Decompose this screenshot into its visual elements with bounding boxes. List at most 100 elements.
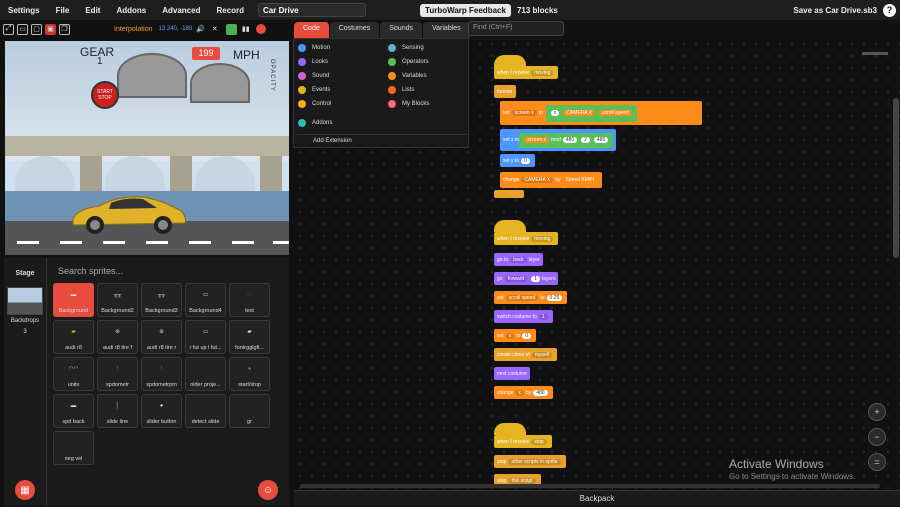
vertical-scrollbar[interactable] xyxy=(893,98,899,258)
category-variables[interactable]: Variables xyxy=(388,72,427,80)
variable-dropdown[interactable]: screen x xyxy=(511,110,537,116)
large-stage-icon[interactable]: ▣ xyxy=(45,23,56,35)
message-dropdown[interactable]: moving xyxy=(531,69,554,76)
horizontal-scrollbar[interactable] xyxy=(300,484,880,488)
when-i-receive-block[interactable]: when I receive stop xyxy=(494,435,552,448)
menu-edit[interactable]: Edit xyxy=(77,6,108,15)
change-variable-block[interactable]: change x by 480 xyxy=(494,386,553,399)
save-as-button[interactable]: Save as Car Drive.sb3 xyxy=(793,6,877,15)
window-icon[interactable]: ❐ xyxy=(59,23,70,35)
costume-dropdown[interactable]: 1 xyxy=(538,313,548,320)
next-costume-block[interactable]: next costume xyxy=(494,367,530,380)
zoom-reset-icon[interactable]: = xyxy=(868,453,886,471)
zoom-in-icon[interactable]: + xyxy=(868,403,886,421)
variable-dropdown[interactable]: scroll speed xyxy=(505,294,539,301)
set-y-block[interactable]: set y to 0 xyxy=(500,154,535,167)
category-control[interactable]: Control xyxy=(298,100,331,108)
reporter-x[interactable]: x xyxy=(550,110,560,116)
value-input[interactable]: 0 xyxy=(522,332,532,339)
value-input[interactable]: 0.25 xyxy=(546,294,563,301)
small-stage-icon[interactable]: ▭ xyxy=(17,23,28,35)
message-dropdown[interactable]: stop xyxy=(531,438,547,445)
menu-advanced[interactable]: Advanced xyxy=(154,6,208,15)
category-addons[interactable]: Addons xyxy=(298,119,332,127)
normal-stage-icon[interactable]: ▢ xyxy=(31,23,42,35)
backpack-bar[interactable]: Backpack xyxy=(294,490,900,506)
sprite-tile[interactable]: ▰ audi r8 xyxy=(53,320,94,354)
workspace-menu-handle[interactable] xyxy=(862,52,888,55)
forever-block[interactable]: forever xyxy=(494,85,516,98)
sprite-tile[interactable]: ● start/stop xyxy=(229,357,270,391)
sprite-tile[interactable]: detect slide xyxy=(185,394,226,428)
operator-block[interactable]: x CAMERA Xscroll speed xyxy=(545,104,637,122)
reporter-camera-x[interactable]: CAMERA X xyxy=(563,110,596,116)
sprite-tile[interactable]: ▭ r fut up l fut... xyxy=(185,320,226,354)
create-clone-block[interactable]: create clone of myself xyxy=(494,348,558,361)
close-icon[interactable]: ✕ xyxy=(209,24,220,35)
set-variable-block[interactable]: set scroll speed to 0.25 xyxy=(494,291,568,304)
reporter-scroll-speed[interactable]: scroll speed xyxy=(599,110,632,116)
fullscreen-icon[interactable]: ⤢ xyxy=(3,23,14,35)
stage-thumbnail[interactable] xyxy=(7,287,43,315)
category-motion[interactable]: Motion xyxy=(298,44,330,52)
tab-costumes[interactable]: Costumes xyxy=(329,22,380,38)
change-variable-block[interactable]: change CAMERA Xby Speed KM/H xyxy=(500,172,602,188)
category-operators[interactable]: Operators xyxy=(388,58,429,66)
sprite-tile[interactable]: ! spdometrpm xyxy=(141,357,182,391)
direction-dropdown[interactable]: forward xyxy=(504,275,528,282)
green-flag-icon[interactable] xyxy=(226,23,238,35)
tab-code[interactable]: Code xyxy=(294,22,329,38)
variable-dropdown[interactable]: CAMERA X xyxy=(521,177,554,183)
set-x-block[interactable]: set x to screen x mod 480 2 480 xyxy=(500,129,617,151)
sprite-tile[interactable]: ▬ spd back xyxy=(53,394,94,428)
sprite-tile[interactable]: │ slide line xyxy=(97,394,138,428)
set-variable-block[interactable]: set x to 0 xyxy=(494,329,537,342)
variable-dropdown[interactable]: x xyxy=(515,389,524,396)
tab-variables[interactable]: Variables xyxy=(423,22,470,38)
sprite-tile[interactable]: neg vel xyxy=(53,431,94,465)
category-sound[interactable]: Sound xyxy=(298,72,329,80)
zoom-out-icon[interactable]: − xyxy=(868,428,886,446)
clone-dropdown[interactable]: myself xyxy=(531,351,553,358)
sprite-tile[interactable]: ! spdometr xyxy=(97,357,138,391)
value-input[interactable]: 480 xyxy=(533,389,548,396)
sprite-tile[interactable]: ╥╥ Background3 xyxy=(141,283,182,317)
menu-settings[interactable]: Settings xyxy=(0,6,48,15)
help-icon[interactable]: ? xyxy=(883,3,896,17)
project-title-input[interactable]: Car Drive xyxy=(258,3,367,17)
value-input[interactable]: 480 xyxy=(562,137,578,143)
message-dropdown[interactable]: moving xyxy=(531,235,554,242)
stage-panel[interactable]: Stage Backdrops 3 xyxy=(4,258,47,506)
feedback-button[interactable]: TurboWarp Feedback xyxy=(420,3,511,17)
sprite-tile[interactable]: ▭ Background4 xyxy=(185,283,226,317)
add-extension-button[interactable]: Add Extension xyxy=(297,134,467,146)
sprite-tile[interactable]: ◠◠ units xyxy=(53,357,94,391)
category-events[interactable]: Events xyxy=(298,86,330,94)
variable-dropdown[interactable]: x xyxy=(505,332,515,339)
value-input[interactable]: 1 xyxy=(531,275,541,282)
when-i-receive-block[interactable]: when I receive moving xyxy=(494,232,559,245)
sprite-search-input[interactable]: Search sprites... xyxy=(52,263,284,279)
sprite-tile[interactable]: ╥╥ Background2 xyxy=(97,283,138,317)
reporter-screen-x[interactable]: screen x xyxy=(524,137,550,143)
pause-icon[interactable]: ▮▮ xyxy=(240,24,251,35)
sprite-tile[interactable]: ⊛ audi r8 tire f xyxy=(97,320,138,354)
stage-canvas[interactable]: GEAR 1 199 MPH START STOP OPACITY xyxy=(5,41,289,255)
mod-operator[interactable]: screen x mod 480 2 480 xyxy=(519,132,614,148)
stop-icon[interactable] xyxy=(256,24,267,34)
category-looks[interactable]: Looks xyxy=(298,58,328,66)
find-input[interactable]: Find (Ctrl+F) xyxy=(468,21,564,36)
value-input[interactable]: 2 xyxy=(581,137,590,143)
stop-dropdown[interactable]: this script xyxy=(508,477,536,484)
set-variable-block[interactable]: set screen x to x CAMERA Xscroll speed xyxy=(500,101,702,125)
category-lists[interactable]: Lists xyxy=(388,86,414,94)
stop-dropdown[interactable]: other scripts in sprite xyxy=(508,458,561,465)
layer-dropdown[interactable]: back xyxy=(510,256,527,263)
sprite-tile[interactable]: gr xyxy=(229,394,270,428)
sprite-tile[interactable]: ▰ fontrgglgfl... xyxy=(229,320,270,354)
reporter-speed[interactable]: Speed KM/H xyxy=(562,177,597,183)
switch-costume-block[interactable]: switch costume to 1 xyxy=(494,310,553,323)
value-input[interactable]: 0 xyxy=(521,157,530,164)
sprite-tile[interactable]: ▬ Background xyxy=(53,283,94,317)
menu-file[interactable]: File xyxy=(48,6,78,15)
